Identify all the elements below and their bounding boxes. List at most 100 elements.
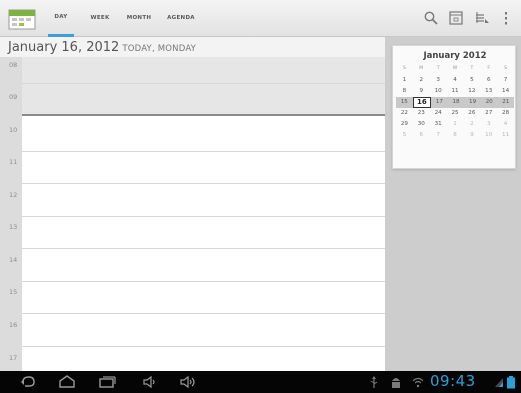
- mini-calendar-grid: S M T W T F S 1 2 3 4 5 6 7 8 9 10 11 12 13 14 15 16 17 18 19 20 21…: [396, 64, 514, 141]
- day-cell[interactable]: 4: [447, 75, 464, 86]
- back-icon[interactable]: [18, 374, 38, 390]
- day-cell[interactable]: 24: [430, 108, 447, 119]
- day-cell[interactable]: 17: [431, 97, 448, 108]
- today-day-cell[interactable]: 16: [412, 97, 432, 108]
- week-row: 22 23 24 25 26 27 28: [396, 108, 514, 119]
- day-cell[interactable]: 13: [480, 86, 497, 97]
- day-cell[interactable]: 5: [396, 130, 413, 141]
- calendar-app-icon[interactable]: [8, 7, 36, 31]
- mini-month-calendar[interactable]: January 2012 S M T W T F S 1 2 3 4 5 6 7 8 9 10 11 12 13 14 1…: [392, 45, 516, 169]
- hour-label-13: 13: [9, 223, 18, 231]
- hour-label-14: 14: [9, 256, 18, 264]
- day-cell[interactable]: 19: [464, 97, 481, 108]
- tab-week[interactable]: WEEK: [87, 0, 113, 37]
- weekday-label: W: [452, 66, 458, 71]
- hour-line: [22, 83, 385, 84]
- day-cell[interactable]: 28: [497, 108, 514, 119]
- hour-line: [22, 248, 385, 249]
- home-icon[interactable]: [57, 374, 77, 390]
- day-subtitle: TODAY, MONDAY: [122, 44, 197, 54]
- day-cell[interactable]: 25: [447, 108, 464, 119]
- tab-agenda[interactable]: AGENDA: [165, 0, 197, 37]
- day-cell[interactable]: 1: [396, 75, 413, 86]
- overflow-menu-icon[interactable]: [501, 9, 511, 27]
- hour-label-08: 08: [9, 61, 18, 69]
- week-row: 8 9 10 11 12 13 14: [396, 86, 514, 97]
- android-debug-icon: [389, 374, 403, 390]
- weekday-label: S: [504, 66, 508, 71]
- past-time-area: [22, 57, 385, 114]
- volume-up-icon[interactable]: [178, 374, 200, 390]
- weekday-label: F: [487, 66, 491, 71]
- day-cell[interactable]: 9: [463, 130, 480, 141]
- day-cell[interactable]: 11: [447, 86, 464, 97]
- hour-label-10: 10: [9, 126, 18, 134]
- day-cell[interactable]: 20: [481, 97, 498, 108]
- usb-icon: [368, 374, 380, 390]
- hour-label-09: 09: [9, 93, 18, 101]
- day-cell[interactable]: 6: [413, 130, 430, 141]
- day-cell[interactable]: 9: [413, 86, 430, 97]
- day-cell[interactable]: 7: [430, 130, 447, 141]
- hour-line: [22, 281, 385, 282]
- day-cell[interactable]: 14: [497, 86, 514, 97]
- day-cell[interactable]: 6: [480, 75, 497, 86]
- day-cell[interactable]: 1: [447, 119, 464, 130]
- day-cell[interactable]: 7: [497, 75, 514, 86]
- current-time-line: [22, 114, 385, 116]
- hour-line: [22, 183, 385, 184]
- search-icon[interactable]: [422, 9, 440, 27]
- week-row: 29 30 31 1 2 3 4: [396, 119, 514, 130]
- signal-icon: [494, 374, 504, 390]
- volume-down-icon[interactable]: [141, 374, 159, 390]
- day-cell[interactable]: 23: [413, 108, 430, 119]
- day-cell[interactable]: 21: [497, 97, 514, 108]
- day-cell[interactable]: 11: [497, 130, 514, 141]
- week-row: 1234567: [396, 75, 514, 86]
- weekday-label: M: [419, 66, 424, 71]
- day-cell[interactable]: 26: [463, 108, 480, 119]
- system-bar: 09:43: [0, 371, 521, 393]
- hour-label-11: 11: [9, 158, 18, 166]
- day-cell[interactable]: 10: [480, 130, 497, 141]
- hour-line: [22, 151, 385, 152]
- day-cell[interactable]: 18: [448, 97, 465, 108]
- date-label: January 16, 2012: [8, 40, 120, 55]
- current-week-row: 15 16 17 18 19 20 21: [396, 97, 514, 108]
- weekday-label: T: [436, 66, 440, 71]
- day-grid[interactable]: 08 09 10 11 12 13 14 15 16 17: [0, 57, 385, 371]
- day-cell[interactable]: 2: [463, 119, 480, 130]
- day-cell[interactable]: 29: [396, 119, 413, 130]
- day-cell[interactable]: 15: [396, 97, 413, 108]
- day-cell[interactable]: 22: [396, 108, 413, 119]
- day-cell[interactable]: 30: [413, 119, 430, 130]
- day-header: January 16, 2012 TODAY, MONDAY: [0, 37, 385, 57]
- weekday-label: S: [402, 66, 406, 71]
- day-cell[interactable]: 3: [430, 75, 447, 86]
- action-bar: DAY WEEK MONTH AGENDA: [0, 0, 521, 37]
- tab-month[interactable]: MONTH: [124, 0, 154, 37]
- hour-line: [22, 346, 385, 347]
- recent-apps-icon[interactable]: [97, 374, 117, 390]
- day-cell[interactable]: 4: [497, 119, 514, 130]
- day-cell[interactable]: 2: [413, 75, 430, 86]
- hour-label-17: 17: [9, 354, 18, 362]
- day-cell[interactable]: 31: [430, 119, 447, 130]
- calendars-icon[interactable]: [473, 9, 491, 27]
- hour-line: [22, 216, 385, 217]
- go-to-today-icon[interactable]: [447, 9, 465, 27]
- day-cell[interactable]: 12: [463, 86, 480, 97]
- hour-label-15: 15: [9, 288, 18, 296]
- week-row: 5 6 7 8 9 10 11: [396, 130, 514, 141]
- day-cell[interactable]: 8: [447, 130, 464, 141]
- hour-label-16: 16: [9, 321, 18, 329]
- hour-label-12: 12: [9, 191, 18, 199]
- tab-day[interactable]: DAY: [48, 0, 74, 37]
- day-cell[interactable]: 8: [396, 86, 413, 97]
- day-cell[interactable]: 27: [480, 108, 497, 119]
- day-cell[interactable]: 3: [480, 119, 497, 130]
- hour-line: [22, 313, 385, 314]
- day-cell[interactable]: 5: [463, 75, 480, 86]
- day-cell[interactable]: 10: [430, 86, 447, 97]
- system-clock[interactable]: 09:43: [430, 372, 476, 390]
